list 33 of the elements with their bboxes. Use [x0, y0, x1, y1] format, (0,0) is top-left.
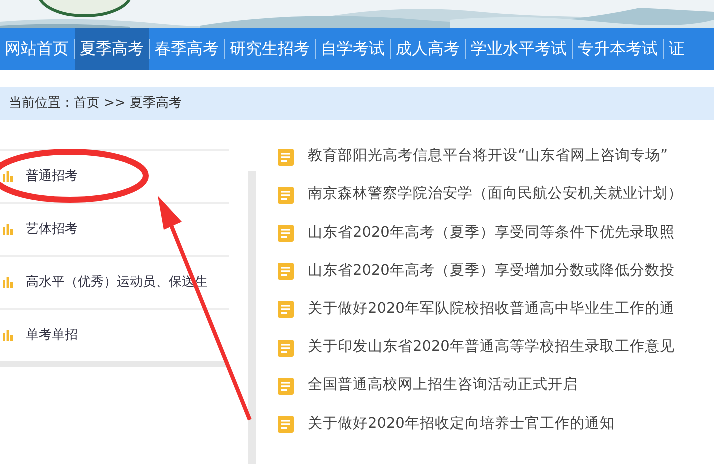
news-link[interactable]: 山东省2020年高考（夏季）享受增加分数或降低分数投	[308, 260, 675, 283]
nav-tab[interactable]: 网站首页	[0, 28, 74, 70]
nav-tab[interactable]: 成人高考	[391, 28, 465, 70]
nav-tab[interactable]: 春季高考	[150, 28, 224, 70]
bar-chart-icon	[3, 171, 13, 182]
news-link[interactable]: 南京森林警察学院治安学（面向民航公安机关就业计划）	[308, 184, 683, 206]
sidebar-link[interactable]: 单考单招	[26, 326, 78, 346]
nav-tab[interactable]: 学业水平考试	[466, 28, 572, 70]
news-link[interactable]: 关于做好2020年招收定向培养士官工作的通知	[308, 414, 615, 436]
document-icon	[278, 148, 294, 166]
document-icon	[278, 263, 294, 280]
document-icon	[278, 224, 294, 242]
document-icon	[278, 301, 294, 318]
news-link[interactable]: 关于印发山东省2020年普通高等学校招生录取工作意见	[308, 337, 675, 359]
nav-tab[interactable]: 自学考试	[316, 28, 390, 70]
document-icon	[278, 416, 294, 433]
document-icon	[278, 378, 294, 395]
nav-tab[interactable]: 专升本考试	[573, 28, 663, 70]
document-icon	[278, 186, 294, 204]
sidebar-link[interactable]: 普通招考	[26, 166, 78, 186]
bar-chart-icon	[3, 277, 13, 288]
bar-chart-icon	[3, 330, 13, 341]
news-link[interactable]: 教育部阳光高考信息平台将开设“山东省网上咨询专场”	[308, 146, 668, 168]
news-link[interactable]: 全国普通高校网上招生咨询活动正式开启	[308, 375, 578, 398]
sidebar-link[interactable]: 艺体招考	[26, 220, 78, 240]
news-link[interactable]: 关于做好2020年军队院校招收普通高中毕业生工作的通	[308, 298, 675, 321]
breadcrumb: 当前位置：首页 >> 夏季高考	[0, 87, 714, 120]
document-icon	[278, 340, 294, 357]
nav-tab[interactable]: 证	[664, 28, 690, 70]
nav-tab[interactable]: 夏季高考	[75, 28, 149, 70]
bar-chart-icon	[3, 224, 13, 235]
nav-tab[interactable]: 研究生招考	[225, 28, 315, 70]
news-link[interactable]: 山东省2020年高考（夏季）享受同等条件下优先录取照	[308, 222, 675, 244]
